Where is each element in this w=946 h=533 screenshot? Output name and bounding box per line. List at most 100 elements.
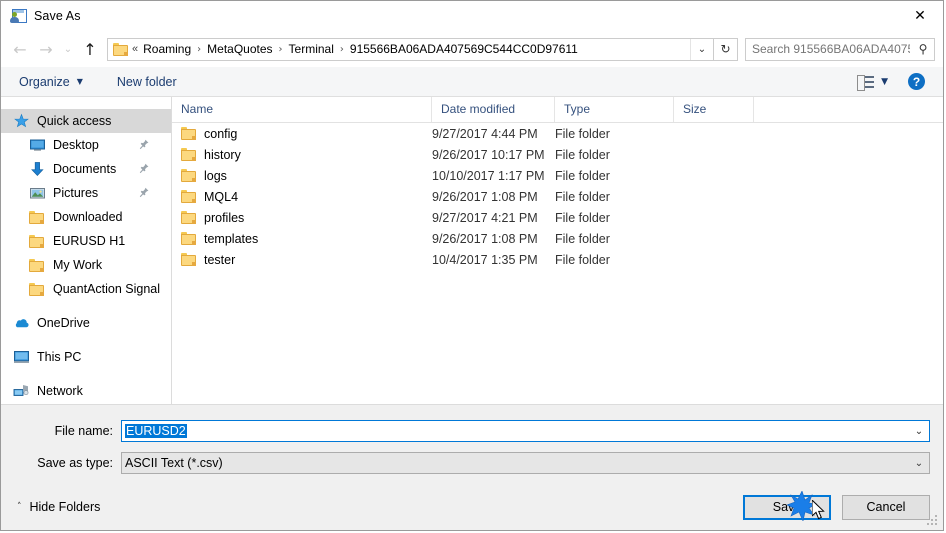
column-header-name[interactable]: ˄ Name	[172, 97, 432, 122]
search-icon[interactable]: ⚲	[912, 42, 934, 56]
breadcrumb-separator-icon[interactable]: ›	[340, 44, 344, 55]
save-as-dialog: Save As ✕ ← → ⌄ ↑ « Roaming › MetaQuotes…	[0, 0, 944, 531]
folder-icon	[181, 169, 196, 182]
file-name-cell: profiles	[172, 211, 432, 225]
star-icon	[13, 113, 30, 129]
file-name-row: File name: EURUSD2 ⌄	[1, 420, 943, 442]
breadcrumb: « Roaming › MetaQuotes › Terminal › 9155…	[132, 42, 690, 56]
breadcrumb-overflow[interactable]: «	[132, 43, 138, 55]
sidebar-item-eurusd-h1[interactable]: EURUSD H1	[1, 229, 171, 253]
sidebar-item-desktop[interactable]: Desktop	[1, 133, 171, 157]
sidebar-item-label: Quick access	[37, 114, 112, 128]
organize-button[interactable]: Organize ▼	[15, 72, 87, 92]
view-options-icon[interactable]	[857, 74, 875, 91]
cancel-button[interactable]: Cancel	[842, 494, 930, 520]
table-row[interactable]: history 9/26/2017 10:17 PM File folder	[172, 144, 943, 165]
file-name-input[interactable]: EURUSD2	[125, 424, 187, 438]
view-options-chevron-down-icon[interactable]: ▼	[881, 77, 888, 87]
sidebar-item-network[interactable]: Network	[1, 379, 171, 403]
chevron-up-icon: ˄	[17, 502, 22, 512]
pin-icon[interactable]	[139, 139, 149, 150]
table-row[interactable]: config 9/27/2017 4:44 PM File folder	[172, 123, 943, 144]
search-box[interactable]: ⚲	[745, 37, 935, 61]
forward-arrow-icon[interactable]: →	[33, 36, 59, 62]
file-name-cell: config	[172, 127, 432, 141]
save-as-type-chevron-down-icon[interactable]: ⌄	[909, 458, 929, 469]
file-name-label: logs	[204, 168, 227, 183]
file-name-combobox[interactable]: EURUSD2 ⌄	[121, 420, 930, 442]
sidebar-item-onedrive[interactable]: OneDrive	[1, 311, 171, 335]
sort-ascending-icon: ˄	[299, 97, 304, 105]
back-arrow-icon[interactable]: ←	[7, 36, 33, 62]
recent-locations-chevron-down-icon[interactable]: ⌄	[59, 36, 77, 62]
help-icon[interactable]: ?	[908, 73, 925, 90]
file-date-cell: 10/10/2017 1:17 PM	[432, 168, 545, 183]
file-name-label: profiles	[204, 210, 245, 225]
sidebar-item-label: OneDrive	[37, 316, 90, 330]
new-folder-button[interactable]: New folder	[113, 72, 181, 92]
refresh-icon[interactable]: ↻	[714, 37, 738, 61]
file-name-cell: history	[172, 148, 432, 162]
table-row[interactable]: tester 10/4/2017 1:35 PM File folder	[172, 249, 943, 270]
file-name-label: File name:	[54, 424, 113, 438]
folder-icon	[181, 127, 196, 140]
network-icon	[13, 383, 30, 399]
file-type-cell: File folder	[555, 147, 610, 162]
save-button[interactable]: Save	[743, 494, 831, 520]
close-icon[interactable]: ✕	[897, 1, 943, 31]
file-date-cell: 9/26/2017 10:17 PM	[432, 147, 545, 162]
file-name-value-wrap: EURUSD2	[122, 424, 909, 438]
sidebar-item-label: QuantAction Signal	[53, 282, 161, 296]
file-name-cell: tester	[172, 253, 432, 267]
breadcrumb-item-metaquotes[interactable]: MetaQuotes	[206, 42, 273, 56]
title-bar: Save As ✕	[1, 1, 943, 31]
up-arrow-icon[interactable]: ↑	[77, 36, 103, 62]
pin-icon[interactable]	[139, 163, 149, 174]
breadcrumb-item-terminal[interactable]: Terminal	[288, 42, 335, 56]
folder-icon	[29, 233, 46, 249]
table-row[interactable]: MQL4 9/26/2017 1:08 PM File folder	[172, 186, 943, 207]
file-date-cell: 9/26/2017 1:08 PM	[432, 189, 538, 204]
table-row[interactable]: templates 9/26/2017 1:08 PM File folder	[172, 228, 943, 249]
pictures-icon	[29, 185, 46, 201]
file-name-label: tester	[204, 252, 236, 267]
folder-icon	[181, 232, 196, 245]
pin-icon[interactable]	[139, 187, 149, 198]
file-date-cell: 10/4/2017 1:35 PM	[432, 252, 538, 267]
table-row[interactable]: profiles 9/27/2017 4:21 PM File folder	[172, 207, 943, 228]
save-as-icon	[10, 8, 27, 24]
sidebar-item-quantaction-signal[interactable]: QuantAction Signal	[1, 277, 171, 301]
column-header-size[interactable]: Size	[674, 97, 754, 122]
sidebar-item-label: Pictures	[53, 186, 99, 200]
folder-icon	[181, 148, 196, 161]
column-header-type[interactable]: Type	[555, 97, 674, 122]
sidebar-item-my-work[interactable]: My Work	[1, 253, 171, 277]
breadcrumb-item-instance-id[interactable]: 915566BA06ADA407569C544CC0D97611	[349, 42, 579, 56]
file-list-header: ˄ Name Date modified Type Size	[172, 97, 943, 123]
sidebar-item-this-pc[interactable]: This PC	[1, 345, 171, 369]
sidebar-item-quick-access[interactable]: Quick access	[1, 109, 171, 133]
file-date-cell: 9/26/2017 1:08 PM	[432, 231, 538, 246]
onedrive-icon	[13, 315, 30, 331]
column-header-date-modified[interactable]: Date modified	[432, 97, 555, 122]
sidebar-item-downloaded[interactable]: Downloaded	[1, 205, 171, 229]
file-name-chevron-down-icon[interactable]: ⌄	[909, 426, 929, 437]
sidebar-item-pictures[interactable]: Pictures	[1, 181, 171, 205]
table-row[interactable]: logs 10/10/2017 1:17 PM File folder	[172, 165, 943, 186]
breadcrumb-separator-icon[interactable]: ›	[197, 44, 201, 55]
save-as-type-select[interactable]: ASCII Text (*.csv) ⌄	[121, 452, 930, 474]
search-input[interactable]	[746, 41, 912, 57]
hide-folders-button[interactable]: ˄ Hide Folders	[11, 500, 100, 514]
address-dropdown-chevron-down-icon[interactable]: ⌄	[690, 38, 713, 60]
dialog-body: Quick access Desktop Documents Pictures …	[1, 97, 943, 404]
organize-label: Organize	[19, 74, 70, 89]
dialog-footer: ˄ Hide Folders Save Cancel	[1, 484, 943, 530]
address-bar[interactable]: « Roaming › MetaQuotes › Terminal › 9155…	[107, 37, 714, 61]
hide-folders-label: Hide Folders	[29, 500, 101, 514]
resize-grip[interactable]	[927, 515, 939, 527]
chevron-down-icon: ▼	[76, 77, 83, 86]
sidebar-item-documents[interactable]: Documents	[1, 157, 171, 181]
sidebar-item-label: My Work	[53, 258, 103, 272]
breadcrumb-separator-icon[interactable]: ›	[279, 44, 283, 55]
breadcrumb-item-roaming[interactable]: Roaming	[142, 42, 192, 56]
